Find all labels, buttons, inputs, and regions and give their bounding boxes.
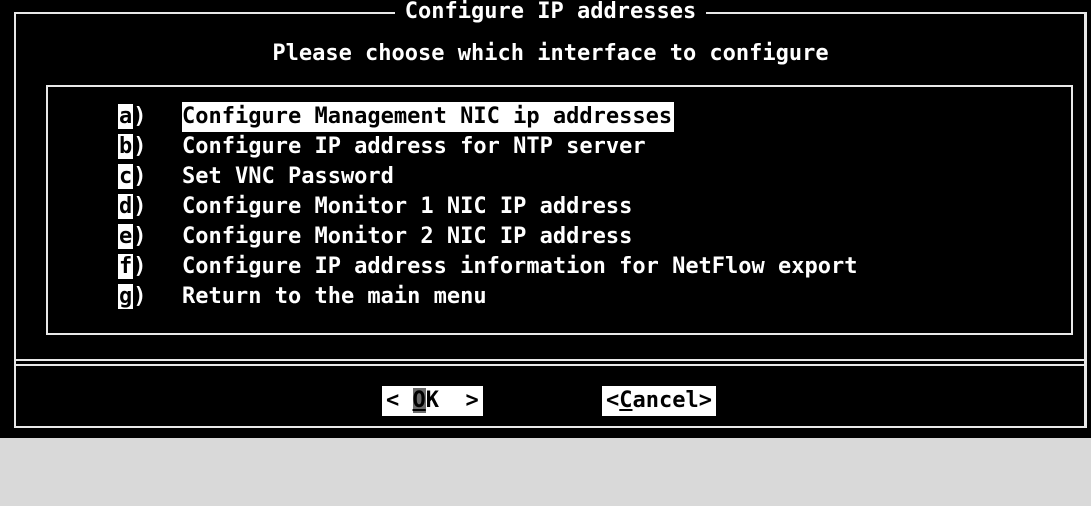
menu-item-key: f) <box>118 254 147 279</box>
menu-item-label: Configure Monitor 2 NIC IP address <box>182 224 633 249</box>
menu-item-b[interactable]: b) Configure IP address for NTP server <box>118 132 858 162</box>
menu-item-e[interactable]: e) Configure Monitor 2 NIC IP address <box>118 222 858 252</box>
divider <box>16 364 1086 366</box>
menu-list: a) Configure Management NIC ip addresses… <box>118 102 858 312</box>
menu-item-key: d) <box>118 194 147 219</box>
menu-item-label: Configure Management NIC ip addresses <box>182 102 675 132</box>
menu-item-f[interactable]: f) Configure IP address information for … <box>118 252 858 282</box>
menu-item-label: Configure Monitor 1 NIC IP address <box>182 194 633 219</box>
menu-item-label: Return to the main menu <box>182 284 487 309</box>
menu-item-key: c) <box>118 164 147 189</box>
menu-item-label: Configure IP address information for Net… <box>182 254 858 279</box>
menu-item-key: a) <box>118 104 147 129</box>
menu-box: a) Configure Management NIC ip addresses… <box>46 85 1073 335</box>
menu-item-label: Set VNC Password <box>182 164 394 189</box>
menu-item-label: Configure IP address for NTP server <box>182 134 646 159</box>
menu-item-c[interactable]: c) Set VNC Password <box>118 162 858 192</box>
button-bar: < OK > <Cancel> <box>16 386 1085 506</box>
ok-button[interactable]: < OK > <box>382 386 483 416</box>
dialog-subtitle: Please choose which interface to configu… <box>272 41 829 66</box>
terminal-window: Configure IP addresses Please choose whi… <box>0 0 1091 438</box>
menu-item-d[interactable]: d) Configure Monitor 1 NIC IP address <box>118 192 858 222</box>
cancel-button[interactable]: <Cancel> <box>602 386 716 416</box>
dialog-title: Configure IP addresses <box>16 0 1085 24</box>
menu-item-key: g) <box>118 284 147 309</box>
menu-item-key: b) <box>118 134 147 159</box>
menu-item-a[interactable]: a) Configure Management NIC ip addresses <box>118 102 858 132</box>
menu-item-key: e) <box>118 224 147 249</box>
divider <box>16 359 1086 361</box>
menu-item-g[interactable]: g) Return to the main menu <box>118 282 858 312</box>
dialog-frame: Configure IP addresses Please choose whi… <box>14 0 1087 428</box>
